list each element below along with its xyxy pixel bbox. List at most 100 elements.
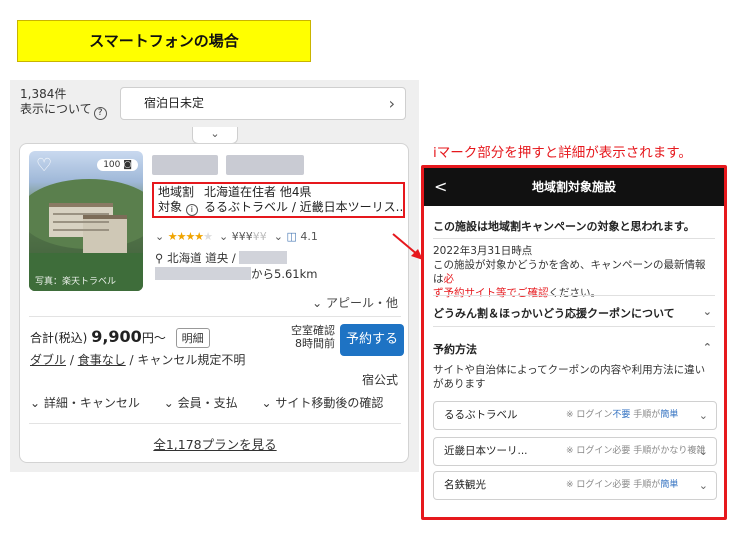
campaign-description: 2022年3月31日時点 この施設が対象かどうかを含め、キャンペーンの最新情報は… <box>424 244 724 300</box>
location: ⚲ 北海道 道央 / から5.61km <box>155 250 317 282</box>
vacancy-line1: 空室確認 <box>291 324 335 337</box>
method-title: 予約方法 <box>433 343 477 356</box>
header-label: スマートフォンの場合 <box>17 20 311 62</box>
display-about-link[interactable]: 表示について? <box>20 102 107 120</box>
hotel-name-blurred[interactable] <box>152 155 218 175</box>
proc-label: 手順が <box>633 446 661 456</box>
display-about-text: 表示について <box>20 102 92 116</box>
help-icon[interactable]: ? <box>93 107 107 120</box>
pin-icon: ⚲ <box>155 251 164 265</box>
result-count: 1,384件 表示について? <box>20 87 107 120</box>
back-icon[interactable]: < <box>434 168 447 206</box>
chevron-down-icon: ⌄ <box>698 445 708 458</box>
heart-icon[interactable]: ♡ <box>36 155 52 176</box>
camera-icon: ◙ <box>123 160 132 170</box>
detail-panel: < 地域割対象施設 この施設は地域割キャンペーンの対象と思われます。 2022年… <box>421 165 727 520</box>
chevron-down-icon: ⌄ <box>273 230 283 243</box>
detail-badge[interactable]: 明細 <box>175 328 210 348</box>
reserve-button[interactable]: 予約する <box>340 324 404 356</box>
appeal-toggle[interactable]: ⌄ アピール・他 <box>312 294 398 311</box>
login-value: 必要 <box>612 446 631 456</box>
site-row-kintetsu[interactable]: 近畿日本ツーリ... ※ ログイン必要 手順がかなり複雑 ⌄ <box>433 437 717 466</box>
cancel-text: キャンセル規定不明 <box>137 353 246 367</box>
star-rating[interactable]: ★★★★★ <box>167 230 213 243</box>
detail-cancel-link[interactable]: ⌄ 詳細・キャンセル <box>30 396 150 410</box>
price-prefix: 合計(税込) <box>30 331 88 345</box>
rating-row: ⌄ ★★★★★ ⌄ ¥¥¥¥¥ ⌄ ◫ 4.1 <box>155 230 318 243</box>
campaign-box[interactable]: 地域割 北海道在住者 他4県 対象 i るるぶトラベル / 近畿日本ツーリス... <box>152 182 405 218</box>
vacancy-info: 空室確認 8時間前 <box>275 324 335 350</box>
site-row-meitetsu[interactable]: 名鉄観光 ※ ログイン必要 手順が簡単 ⌄ <box>433 471 717 500</box>
after-transfer-link[interactable]: ⌄ サイト移動後の確認 <box>261 396 393 410</box>
coupon-title: どうみん割＆ほっかいどう応援クーポンについて <box>433 307 675 320</box>
location-blurred <box>239 251 288 264</box>
stars-filled: ★★★★ <box>167 230 204 243</box>
info-icon[interactable]: i <box>185 204 198 216</box>
login-value: 必要 <box>612 480 631 490</box>
price-level[interactable]: ¥¥¥¥¥ <box>232 230 267 243</box>
vacancy-line2: 8時間前 <box>295 337 335 350</box>
annotation-text: iマーク部分を押すと詳細が表示されます。 <box>433 145 692 161</box>
proc-label: 手順が <box>633 480 661 490</box>
body-text-end: ください。 <box>548 287 602 299</box>
proc-value: 簡単 <box>660 480 679 490</box>
site-name: 名鉄観光 <box>444 479 486 491</box>
campaign-label: 地域割 <box>158 185 195 199</box>
site-name: るるぶトラベル <box>444 409 518 421</box>
divider <box>29 316 401 317</box>
price-row: 合計(税込) 9,900円〜 明細 <box>30 327 210 348</box>
as-of-date: 2022年3月31日時点 <box>433 245 533 257</box>
station-blurred <box>155 267 251 280</box>
view-all-plans-text: 全1,178プランを見る <box>153 437 277 452</box>
method-accordion[interactable]: 予約方法 ⌃ <box>424 341 724 357</box>
divider <box>433 326 715 327</box>
hotel-photo[interactable]: ♡ 100 ◙ 写真：楽天トラベル <box>29 151 143 291</box>
chevron-down-icon[interactable]: ⌄ <box>192 127 238 144</box>
site-row-rurubu[interactable]: るるぶトラベル ※ ログイン不要 手順が簡単 ⌄ <box>433 401 717 430</box>
after-transfer-text: サイト移動後の確認 <box>275 396 384 410</box>
member-payment-text: 会員・支払 <box>177 396 238 410</box>
hotel-name-blurred[interactable] <box>226 155 304 175</box>
chevron-down-icon: ⌄ <box>155 230 165 243</box>
campaign-notice: この施設は地域割キャンペーンの対象と思われます。 <box>433 220 695 233</box>
campaign-line1: 北海道在住者 他4県 <box>204 185 312 199</box>
chevron-right-icon: › <box>388 94 395 113</box>
detail-header: < 地域割対象施設 <box>424 168 724 206</box>
date-selector[interactable]: 宿泊日未定 › <box>120 87 406 120</box>
official-site-label: 宿公式 <box>361 373 398 387</box>
price-value: 9,900 <box>91 327 142 346</box>
login-label: ※ ログイン <box>566 446 613 456</box>
photo-credit: 写真：楽天トラベル <box>35 277 117 287</box>
chevron-down-icon: ⌄ <box>702 305 712 318</box>
detail-links: ⌄ 詳細・キャンセル ⌄ 会員・支払 ⌄ サイト移動後の確認 <box>30 394 403 411</box>
coupon-accordion[interactable]: どうみん割＆ほっかいどう応援クーポンについて ⌄ <box>424 305 724 321</box>
meal-link[interactable]: 食事なし <box>78 353 126 367</box>
appeal-text: アピール・他 <box>325 296 398 310</box>
room-type-link[interactable]: ダブル <box>30 353 66 367</box>
review-score[interactable]: 4.1 <box>300 230 318 243</box>
member-payment-link[interactable]: ⌄ 会員・支払 <box>164 396 248 410</box>
chevron-down-icon: ⌄ <box>698 409 708 422</box>
site-meta: ※ ログイン必要 手順が簡単 <box>566 472 678 499</box>
chevron-down-icon: ⌄ <box>698 479 708 492</box>
plan-conditions: ダブル / 食事なし / キャンセル規定不明 <box>30 353 246 367</box>
price-level-filled: ¥¥¥ <box>231 230 253 243</box>
login-value: 不要 <box>612 410 631 420</box>
review-icon: ◫ <box>286 230 297 243</box>
date-text: 宿泊日未定 <box>144 96 205 110</box>
proc-label: 手順が <box>633 410 661 420</box>
campaign-line2: るるぶトラベル / 近畿日本ツーリス... <box>204 200 405 214</box>
site-meta: ※ ログイン不要 手順が簡単 <box>566 402 678 429</box>
photo-window-row <box>53 221 109 223</box>
divider <box>29 423 401 424</box>
count-text: 1,384件 <box>20 87 67 101</box>
chevron-down-icon: ⌄ <box>312 296 323 310</box>
site-name: 近畿日本ツーリ... <box>444 445 528 457</box>
photo-count-badge[interactable]: 100 ◙ <box>97 159 138 171</box>
price-suffix: 円〜 <box>141 331 166 345</box>
smartphone-listing: 1,384件 表示について? 宿泊日未定 › ⌄ ♡ 100 ◙ 写真：楽天トラ… <box>10 80 419 472</box>
search-bar: 1,384件 表示について? 宿泊日未定 › <box>10 80 419 126</box>
campaign-target-text: 対象 <box>158 200 183 214</box>
divider <box>433 295 715 296</box>
view-all-plans[interactable]: 全1,178プランを見る <box>20 434 410 453</box>
